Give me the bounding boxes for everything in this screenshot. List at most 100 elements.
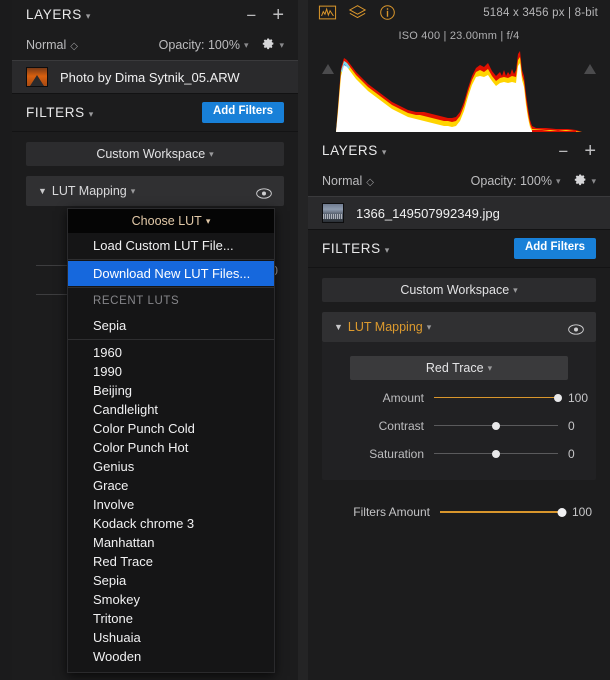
histogram-icon[interactable] bbox=[318, 4, 337, 23]
menu-item-download-new-luts[interactable]: Download New LUT Files... bbox=[68, 261, 274, 286]
workspace-selector-left[interactable]: Custom Workspace ▾ bbox=[26, 142, 284, 166]
layers-section-header-right: LAYERS ▾ − + bbox=[308, 136, 610, 166]
slider-row-contrast: Contrast 0 bbox=[322, 415, 596, 436]
menu-item-load-custom-lut[interactable]: Load Custom LUT File... bbox=[68, 233, 274, 258]
filters-title-left[interactable]: FILTERS ▾ bbox=[26, 104, 93, 122]
layer-thumbnail-icon bbox=[26, 67, 48, 87]
updown-diamond-icon: ◇ bbox=[366, 177, 374, 188]
menu-item-lut[interactable]: 1960 bbox=[68, 343, 274, 362]
filters-amount-row: Filters Amount 100 bbox=[322, 502, 596, 522]
menu-item-lut[interactable]: Color Punch Hot bbox=[68, 438, 274, 457]
lut-mapping-header-right[interactable]: ▼ LUT Mapping ▾ bbox=[322, 312, 596, 342]
layers-stack-icon[interactable] bbox=[348, 4, 367, 23]
histogram-panel[interactable] bbox=[318, 46, 600, 132]
gear-icon[interactable] bbox=[574, 173, 587, 189]
panel-divider bbox=[298, 0, 308, 680]
menu-item-lut[interactable]: Candlelight bbox=[68, 400, 274, 419]
chevron-down-icon: ▾ bbox=[130, 185, 136, 196]
layer-thumbnail-icon bbox=[322, 203, 344, 223]
blend-opacity-row-right: Normal ◇ Opacity: 100% ▾ ▾ bbox=[308, 166, 610, 196]
filters-title-right[interactable]: FILTERS ▾ bbox=[322, 240, 389, 258]
chevron-down-icon: ▾ bbox=[591, 175, 596, 186]
chevron-down-icon: ▾ bbox=[88, 108, 94, 119]
menu-divider bbox=[68, 259, 274, 260]
app-screenshot: LAYERS ▾ − + Normal ◇ Opacity: 100% ▾ ▾ Pho… bbox=[0, 0, 610, 680]
histogram-chart bbox=[336, 51, 582, 132]
slider-knob[interactable] bbox=[492, 421, 500, 430]
chevron-down-icon: ▾ bbox=[555, 175, 561, 186]
layer-row-left[interactable]: Photo by Dima Sytnik_05.ARW bbox=[12, 60, 298, 94]
slider-row-amount: Amount 100 bbox=[322, 387, 596, 408]
slider-label: Amount bbox=[382, 390, 424, 405]
exif-label: ISO 400 | 23.00mm | f/4 bbox=[398, 30, 520, 42]
clip-warning-triangle-left-icon[interactable] bbox=[322, 64, 334, 74]
menu-item-lut[interactable]: Red Trace bbox=[68, 552, 274, 571]
slider-knob[interactable] bbox=[557, 507, 567, 517]
menu-item-lut[interactable]: Manhattan bbox=[68, 533, 274, 552]
info-icon[interactable] bbox=[378, 4, 397, 23]
menu-item-lut[interactable]: Grace bbox=[68, 476, 274, 495]
chevron-down-icon: ▾ bbox=[205, 215, 211, 226]
chevron-down-icon: ▾ bbox=[487, 362, 493, 373]
layers-section-header-left: LAYERS ▾ − + bbox=[12, 0, 298, 30]
gear-icon[interactable] bbox=[262, 37, 275, 53]
menu-lut-list: 1960 1990 Beijing Candlelight Color Punc… bbox=[68, 341, 274, 672]
menu-item-lut[interactable]: Sepia bbox=[68, 571, 274, 590]
add-filters-button-left[interactable]: Add Filters bbox=[201, 102, 284, 123]
layers-title-right[interactable]: LAYERS ▾ bbox=[322, 142, 386, 160]
blend-mode-selector-right[interactable]: Normal ◇ bbox=[322, 172, 374, 190]
menu-item-lut[interactable]: Wooden bbox=[68, 647, 274, 666]
menu-item-lut[interactable]: 1990 bbox=[68, 362, 274, 381]
slider-contrast[interactable] bbox=[434, 419, 558, 433]
clip-warning-triangle-right-icon[interactable] bbox=[584, 64, 596, 74]
slider-amount[interactable] bbox=[434, 391, 562, 405]
add-layer-button-left[interactable]: + bbox=[272, 5, 284, 25]
menu-item-recent-sepia[interactable]: Sepia bbox=[68, 313, 274, 338]
menu-item-lut[interactable]: Ushuaia bbox=[68, 628, 274, 647]
eye-icon[interactable] bbox=[568, 322, 584, 335]
chevron-down-icon: ▾ bbox=[85, 11, 91, 21]
slider-fill bbox=[434, 396, 558, 398]
add-filters-button-right[interactable]: Add Filters bbox=[513, 238, 596, 259]
choose-lut-dropdown-trigger[interactable]: Choose LUT ▾ bbox=[68, 209, 274, 233]
layer-name-right: 1366_149507992349.jpg bbox=[356, 205, 500, 221]
menu-item-lut[interactable]: Tritone bbox=[68, 609, 274, 628]
chevron-down-icon: ▾ bbox=[384, 244, 390, 255]
chevron-down-icon: ▾ bbox=[381, 147, 387, 157]
workspace-selector-right[interactable]: Custom Workspace ▾ bbox=[322, 278, 596, 302]
opacity-value-left[interactable]: Opacity: 100% bbox=[159, 38, 240, 52]
lut-preset-selector[interactable]: Red Trace ▾ bbox=[350, 356, 568, 380]
chevron-down-icon: ▾ bbox=[513, 284, 518, 295]
filters-amount-slider[interactable] bbox=[440, 505, 567, 519]
layer-row-right[interactable]: 1366_149507992349.jpg bbox=[308, 196, 610, 230]
slider-knob[interactable] bbox=[554, 393, 562, 402]
opacity-value-right[interactable]: Opacity: 100% bbox=[471, 174, 552, 188]
updown-diamond-icon: ◇ bbox=[70, 41, 78, 52]
lut-mapping-header-left[interactable]: ▼ LUT Mapping ▾ bbox=[26, 176, 284, 206]
eye-icon[interactable] bbox=[256, 186, 272, 199]
menu-item-lut[interactable]: Kodack chrome 3 bbox=[68, 514, 274, 533]
blend-opacity-row-left: Normal ◇ Opacity: 100% ▾ ▾ bbox=[12, 30, 298, 60]
left-edge-strip bbox=[0, 0, 12, 680]
slider-label: Saturation bbox=[369, 446, 424, 461]
slider-knob[interactable] bbox=[492, 449, 500, 458]
slider-row-saturation: Saturation 0 bbox=[322, 443, 596, 464]
slider-saturation[interactable] bbox=[434, 447, 558, 461]
layers-title-left[interactable]: LAYERS ▾ bbox=[26, 6, 90, 24]
collapse-layers-button-right[interactable]: − bbox=[558, 143, 568, 160]
add-layer-button-right[interactable]: + bbox=[584, 141, 596, 161]
blend-mode-selector-left[interactable]: Normal ◇ bbox=[26, 36, 78, 54]
right-inspector-panel: 5184 x 3456 px | 8-bit ISO 400 | 23.00mm… bbox=[308, 0, 610, 680]
menu-item-lut[interactable]: Involve bbox=[68, 495, 274, 514]
choose-lut-dropdown-menu: Choose LUT ▾ Load Custom LUT File... Down… bbox=[67, 208, 275, 673]
menu-item-lut[interactable]: Color Punch Cold bbox=[68, 419, 274, 438]
chevron-down-icon: ▾ bbox=[243, 39, 249, 50]
menu-item-lut[interactable]: Beijing bbox=[68, 381, 274, 400]
triangle-down-icon: ▼ bbox=[38, 186, 47, 196]
menu-item-lut[interactable]: Genius bbox=[68, 457, 274, 476]
collapse-layers-button-left[interactable]: − bbox=[246, 7, 256, 24]
image-dimensions-label: 5184 x 3456 px | 8-bit bbox=[483, 7, 598, 19]
menu-item-lut[interactable]: Smokey bbox=[68, 590, 274, 609]
chevron-down-icon: ▾ bbox=[279, 39, 284, 50]
filters-section-header-right: FILTERS ▾ Add Filters bbox=[308, 230, 610, 268]
